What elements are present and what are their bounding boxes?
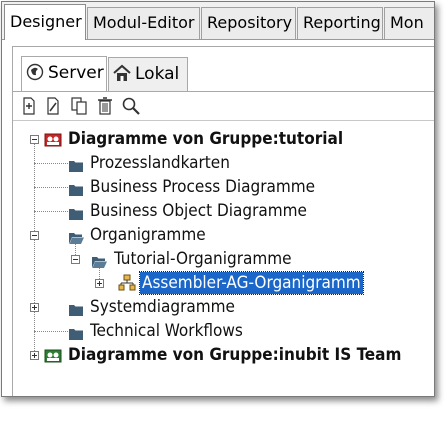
tree-item-label: Tutorial-Organigramme: [114, 249, 292, 269]
tree-root[interactable]: Diagramme von Gruppe:tutorial: [25, 127, 425, 151]
home-icon: [113, 61, 131, 81]
toolbar: [13, 92, 434, 121]
tree-item-label: Business Object Diagramme: [90, 201, 307, 221]
designer-window: Designer Modul-Editor Repository Reporti…: [1, 1, 435, 397]
search-icon[interactable]: [121, 96, 141, 116]
tree-item-label: Technical Workflows: [90, 321, 243, 341]
tree-item-technical-workflows[interactable]: Technical Workflows: [25, 319, 425, 343]
tree-item-business-process[interactable]: Business Process Diagramme: [25, 175, 425, 199]
tree-item-label: Business Process Diagramme: [90, 177, 316, 197]
edit-icon[interactable]: [43, 96, 63, 116]
tree-root-inubit[interactable]: Diagramme von Gruppe:inubit IS Team: [25, 343, 425, 367]
open-folder-icon: [91, 252, 107, 268]
tab-lokal-label: Lokal: [135, 64, 180, 84]
org-chart-icon: [118, 274, 136, 292]
folder-icon: [68, 180, 84, 196]
tree-item-tutorial-organigramme[interactable]: Tutorial-Organigramme: [25, 247, 425, 271]
tree-item-prozesslandkarten[interactable]: Prozesslandkarten: [25, 151, 425, 175]
folder-icon: [68, 324, 84, 340]
tab-server[interactable]: Server: [21, 56, 107, 91]
group-icon: [44, 347, 62, 365]
tree-item-label: Prozesslandkarten: [90, 153, 230, 173]
tab-monitoring[interactable]: Mon: [384, 7, 434, 39]
tab-lokal[interactable]: Lokal: [108, 57, 188, 91]
tree-item-label: Organigramme: [90, 225, 206, 245]
collapse-icon[interactable]: [30, 135, 39, 144]
tree-root-label: Diagramme von Gruppe:inubit IS Team: [68, 345, 402, 365]
folder-icon: [68, 156, 84, 172]
main-tab-bar: Designer Modul-Editor Repository Reporti…: [2, 2, 434, 40]
tab-designer[interactable]: Designer: [4, 4, 86, 40]
tab-modul-editor[interactable]: Modul-Editor: [87, 7, 200, 39]
tree-item-label: Systemdiagramme: [90, 297, 235, 317]
tree-item-systemdiagramme[interactable]: Systemdiagramme: [25, 295, 425, 319]
tab-reporting[interactable]: Reporting: [297, 7, 383, 39]
open-folder-icon: [68, 228, 84, 244]
expand-icon[interactable]: [95, 279, 104, 288]
collapse-icon[interactable]: [71, 255, 80, 264]
tree-root-label: Diagramme von Gruppe:tutorial: [68, 129, 344, 149]
tree-item-assembler-ag[interactable]: Assembler-AG-Organigramm: [25, 271, 425, 295]
tree-item-label-selected: Assembler-AG-Organigramm: [139, 271, 364, 295]
repository-panel: Server Lokal Diagramme von Gruppe:tutori…: [12, 46, 434, 396]
folder-icon: [68, 204, 84, 220]
delete-icon[interactable]: [95, 96, 115, 116]
server-icon: [26, 60, 44, 81]
tab-server-label: Server: [48, 63, 104, 83]
expand-icon[interactable]: [30, 303, 39, 312]
folder-icon: [68, 300, 84, 316]
tree-item-business-object[interactable]: Business Object Diagramme: [25, 199, 425, 223]
sub-tab-bar: Server Lokal: [13, 47, 434, 92]
copy-icon[interactable]: [69, 96, 89, 116]
tree-item-organigramme[interactable]: Organigramme: [25, 223, 425, 247]
group-icon: [44, 131, 62, 149]
collapse-icon[interactable]: [30, 231, 39, 240]
diagram-tree: Diagramme von Gruppe:tutorial Prozesslan…: [13, 121, 434, 396]
tab-repository[interactable]: Repository: [201, 7, 296, 39]
new-icon[interactable]: [19, 96, 39, 116]
expand-icon[interactable]: [30, 351, 39, 360]
